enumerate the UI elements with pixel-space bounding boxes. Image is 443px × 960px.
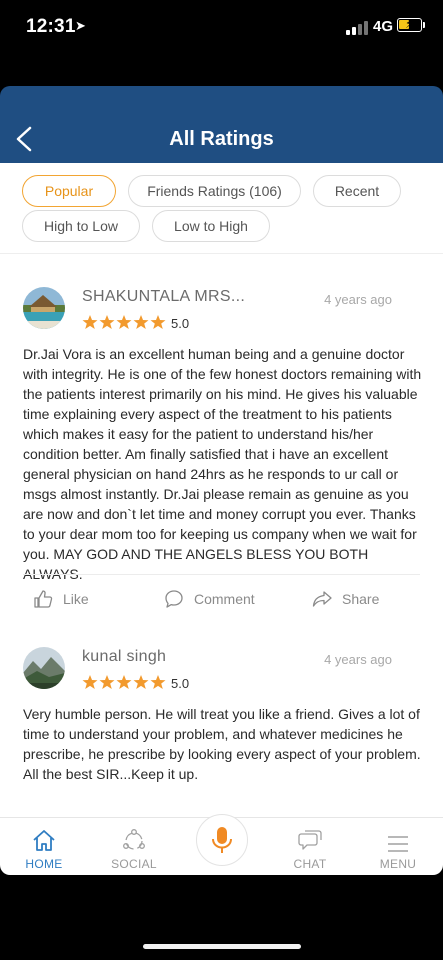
share-icon xyxy=(312,591,332,607)
network-type: 4G xyxy=(373,18,394,35)
comment-icon xyxy=(165,590,183,608)
filter-popular[interactable]: Popular xyxy=(22,175,116,207)
star-icon xyxy=(82,675,98,689)
share-label: Share xyxy=(342,591,380,607)
nav-menu[interactable]: MENU xyxy=(378,818,418,876)
nav-social[interactable]: SOCIAL xyxy=(108,818,160,876)
rating-value: 5.0 xyxy=(171,316,190,331)
star-icon xyxy=(99,315,115,329)
voice-search-button[interactable] xyxy=(196,814,248,866)
review-time: 4 years ago xyxy=(324,292,392,307)
reviewer-name[interactable]: SHAKUNTALA MRS... xyxy=(82,288,245,306)
battery-icon: ⚡ xyxy=(397,17,422,32)
star-icon xyxy=(133,315,149,329)
star-icon xyxy=(150,315,166,329)
share-button[interactable]: Share xyxy=(312,589,379,609)
star-icon xyxy=(116,675,132,689)
bottom-nav: HOME SOCIAL CHAT MENU xyxy=(0,814,443,876)
star-icon xyxy=(133,675,149,689)
star-icon xyxy=(150,675,166,689)
star-icon xyxy=(116,315,132,329)
nav-chat-label: CHAT xyxy=(293,857,327,871)
review-text: Very humble person. He will treat you li… xyxy=(23,706,421,782)
nav-social-label: SOCIAL xyxy=(111,857,157,871)
signal-icon xyxy=(346,21,368,35)
avatar[interactable] xyxy=(23,287,65,329)
nav-home-label: HOME xyxy=(25,857,63,871)
menu-icon xyxy=(388,836,408,852)
review-time: 4 years ago xyxy=(324,652,392,667)
header: All Ratings xyxy=(0,86,443,163)
star-rating xyxy=(82,674,166,690)
ratings-list[interactable]: Popular Friends Ratings (106) Recent Hig… xyxy=(0,163,443,817)
thumbs-up-icon xyxy=(34,590,53,608)
reviewer-name[interactable]: kunal singh xyxy=(82,648,166,666)
home-indicator xyxy=(143,944,301,949)
rating-value: 5.0 xyxy=(171,676,190,691)
avatar[interactable] xyxy=(23,647,65,689)
divider xyxy=(0,253,443,254)
like-button[interactable]: Like xyxy=(33,589,89,609)
social-icon xyxy=(123,829,145,850)
home-icon xyxy=(33,830,55,851)
filter-low-to-high[interactable]: Low to High xyxy=(152,210,270,242)
star-icon xyxy=(82,315,98,329)
status-time: 12:31 xyxy=(26,16,76,37)
page-title: All Ratings xyxy=(169,128,274,150)
filter-recent[interactable]: Recent xyxy=(313,175,401,207)
location-arrow-icon: ➤ xyxy=(75,18,86,33)
star-icon xyxy=(99,675,115,689)
chat-icon xyxy=(298,830,322,850)
star-rating xyxy=(82,314,166,330)
nav-chat[interactable]: CHAT xyxy=(290,818,330,876)
microphone-icon xyxy=(212,827,232,853)
nav-menu-label: MENU xyxy=(379,857,417,871)
status-bar: 12:31 ➤ 4G ⚡ xyxy=(0,0,443,86)
filter-friends-ratings[interactable]: Friends Ratings (106) xyxy=(128,175,301,207)
comment-label: Comment xyxy=(194,591,255,607)
filter-high-to-low[interactable]: High to Low xyxy=(22,210,140,242)
battery-tip xyxy=(423,22,425,28)
review-text: Dr.Jai Vora is an excellent human being … xyxy=(23,346,422,582)
divider xyxy=(23,574,420,575)
like-label: Like xyxy=(63,591,89,607)
nav-home[interactable]: HOME xyxy=(24,818,64,876)
comment-button[interactable]: Comment xyxy=(164,589,255,609)
